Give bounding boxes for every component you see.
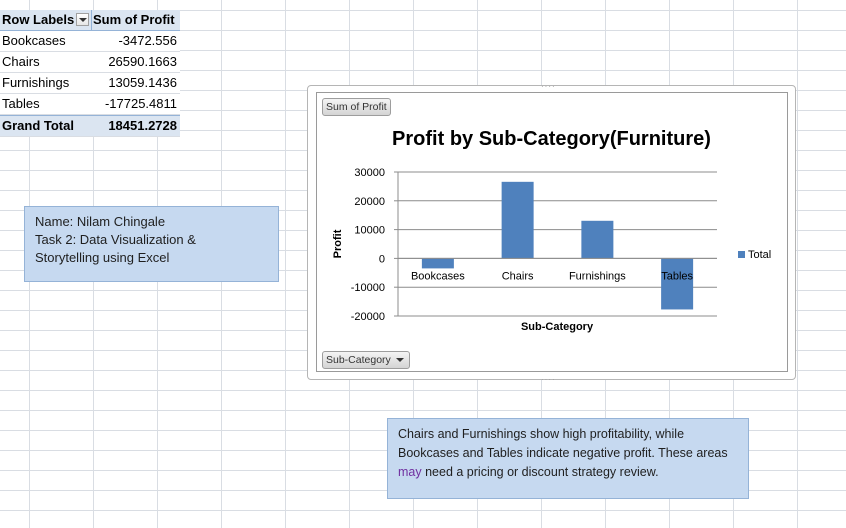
chart-plot[interactable]: 30000 20000 10000 0 -10000 -20000 Bookcases Cha… (307, 160, 796, 340)
axis-field-button[interactable]: Sub-Category (322, 351, 410, 369)
value-field-button[interactable]: Sum of Profit (322, 98, 391, 116)
row-value[interactable]: 13059.1436 (108, 73, 177, 93)
row-label[interactable]: Chairs (2, 52, 40, 72)
pivot-row[interactable]: Bookcases -3472.556 (0, 31, 180, 52)
pivot-table: Row Labels Sum of Profit Bookcases -3472… (0, 10, 180, 137)
filter-dropdown-icon[interactable] (76, 13, 89, 26)
axis-field-label: Sub-Category (326, 354, 391, 366)
chart-resize-handle-top[interactable]: ···· (541, 82, 556, 91)
info-line-task: Task 2: Data Visualization & (35, 232, 196, 247)
row-value[interactable]: -17725.4811 (105, 94, 177, 114)
insight-text: Chairs and Furnishings show high profita… (398, 427, 728, 460)
info-text-box[interactable]: Name: Nilam Chingale Task 2: Data Visual… (24, 206, 279, 282)
insight-text-box[interactable]: Chairs and Furnishings show high profita… (387, 418, 749, 499)
legend-label: Total (748, 249, 771, 261)
pivot-row[interactable]: Tables -17725.4811 (0, 94, 180, 115)
y-tick-label: -20000 (351, 311, 385, 323)
sum-of-profit-header[interactable]: Sum of Profit (93, 10, 175, 30)
row-label[interactable]: Furnishings (2, 73, 69, 93)
category-label: Tables (661, 270, 693, 282)
info-line-name: Name: Nilam Chingale (35, 214, 166, 229)
row-label[interactable]: Bookcases (2, 31, 66, 51)
info-line-topic: Storytelling using Excel (35, 250, 170, 265)
row-labels-header[interactable]: Row Labels (2, 10, 74, 30)
pivot-header-row: Row Labels Sum of Profit (0, 10, 180, 31)
pivot-row[interactable]: Furnishings 13059.1436 (0, 73, 180, 94)
insight-highlight-word: may (398, 465, 422, 479)
bar (581, 220, 614, 259)
bar (421, 258, 454, 269)
y-tick-label: 10000 (354, 225, 385, 237)
grand-total-label[interactable]: Grand Total (2, 116, 74, 136)
category-label: Chairs (502, 270, 534, 282)
chevron-down-icon (395, 358, 404, 362)
y-tick-label: -10000 (351, 282, 385, 294)
pivot-row[interactable]: Chairs 26590.1663 (0, 52, 180, 73)
row-value[interactable]: 26590.1663 (108, 52, 177, 72)
bar (661, 258, 694, 310)
insight-text-end: need a pricing or discount strategy revi… (421, 465, 659, 479)
chart-resize-handle-bottom[interactable]: ···· (541, 375, 556, 384)
header-divider (91, 10, 92, 30)
y-tick-label: 20000 (354, 196, 385, 208)
legend-swatch (738, 251, 745, 258)
y-tick-label: 0 (379, 253, 385, 265)
y-axis-title: Profit (332, 229, 344, 258)
pivot-grand-total-row[interactable]: Grand Total 18451.2728 (0, 115, 180, 137)
row-value[interactable]: -3472.556 (118, 31, 177, 51)
chart-title[interactable]: Profit by Sub-Category(Furniture) (310, 128, 793, 151)
category-label: Bookcases (411, 270, 465, 282)
row-label[interactable]: Tables (2, 94, 40, 114)
category-label: Furnishings (569, 270, 626, 282)
y-tick-label: 30000 (354, 167, 385, 179)
bar (501, 181, 534, 259)
grand-total-value[interactable]: 18451.2728 (108, 116, 177, 136)
x-axis-title: Sub-Category (521, 321, 594, 333)
